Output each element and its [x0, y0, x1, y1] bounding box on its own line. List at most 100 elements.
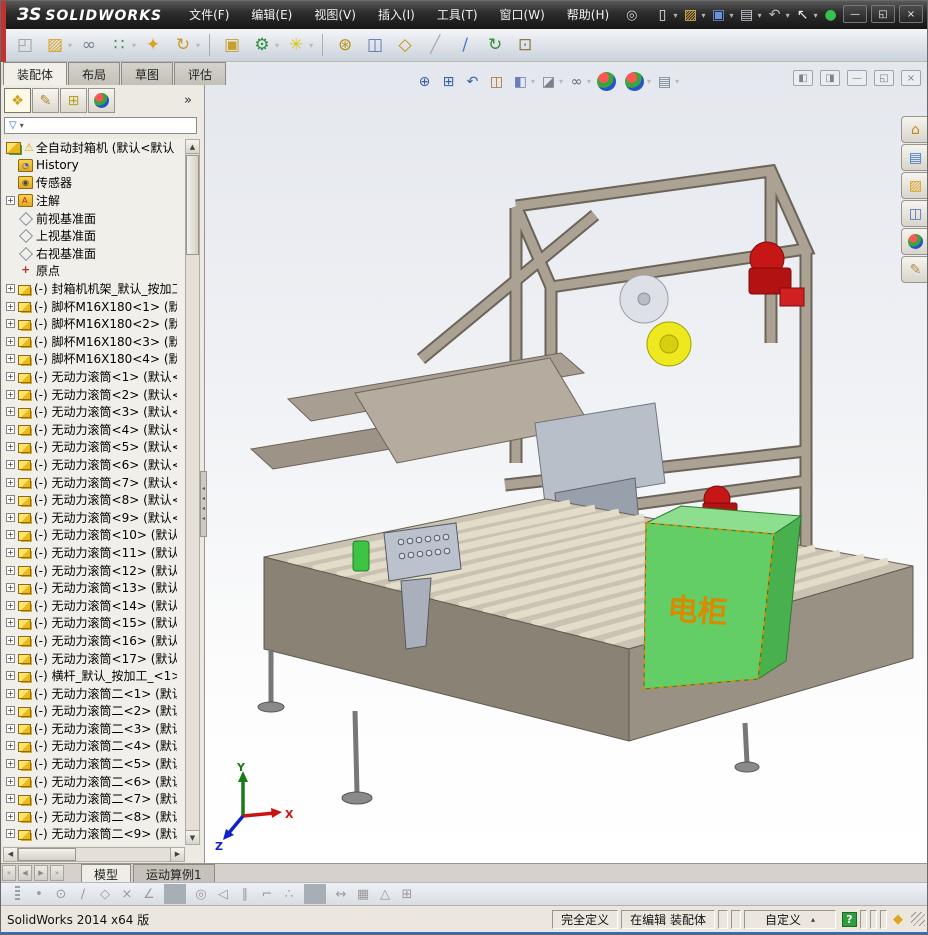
expand-toggle[interactable] — [6, 372, 15, 382]
commandmanager-tab[interactable]: 装配体 — [3, 62, 68, 85]
tree-item[interactable]: (-) 无动力滚筒二<2> (默认 — [3, 702, 185, 720]
view-orientation-button[interactable]: ◧ — [511, 72, 530, 91]
scroll-left-arrow[interactable]: ◀ — [4, 848, 18, 861]
zoom-to-fit-button[interactable]: ⊕ — [415, 72, 434, 91]
hide-show-items-button[interactable]: ∞ — [567, 72, 586, 91]
dropdown-arrow-icon[interactable]: ▾ — [309, 41, 313, 50]
dropdown-arrow-icon[interactable]: ▾ — [702, 11, 706, 20]
doc-minimize-button[interactable]: — — [847, 70, 867, 86]
tree-item[interactable]: (-) 无动力滚筒<12> (默认 — [3, 561, 185, 579]
dropdown-arrow-icon[interactable]: ▾ — [275, 41, 279, 50]
configurationmanager-tab[interactable]: ⊞ — [60, 88, 87, 113]
display-style-button[interactable]: ◪ — [539, 72, 558, 91]
tree-item[interactable]: (-) 无动力滚筒<4> (默认< — [3, 421, 185, 439]
scrollbar-thumb[interactable] — [18, 848, 76, 861]
expand-toggle[interactable] — [6, 741, 15, 751]
dimension-button[interactable]: ↔ — [330, 884, 352, 904]
expand-toggle[interactable] — [6, 794, 15, 804]
expand-toggle[interactable] — [6, 583, 15, 593]
expand-toggle[interactable] — [6, 671, 15, 681]
tree-item[interactable]: (-) 无动力滚筒二<3> (默认 — [3, 720, 185, 738]
tree-item[interactable]: (-) 无动力滚筒<9> (默认< — [3, 508, 185, 526]
expand-toggle[interactable] — [6, 477, 15, 487]
custom-properties-tab[interactable]: ✎ — [901, 256, 927, 283]
expand-toggle[interactable] — [6, 389, 15, 399]
tree-item[interactable]: (-) 无动力滚筒<8> (默认< — [3, 491, 185, 509]
tree-item[interactable]: (-) 无动力滚筒<5> (默认< — [3, 438, 185, 456]
resize-grip[interactable] — [911, 912, 925, 926]
expand-toggle[interactable] — [6, 829, 15, 839]
tree-item[interactable]: (-) 无动力滚筒<13> (默认 — [3, 579, 185, 597]
open-button[interactable]: ▨ — [681, 5, 701, 25]
tree-item[interactable]: (-) 无动力滚筒二<4> (默认 — [3, 737, 185, 755]
tag-icon[interactable]: ◆ — [893, 912, 903, 927]
filter-dropdown-icon[interactable]: ▾ — [20, 121, 24, 130]
tree-item[interactable]: (-) 脚杯M16X180<4> (默认 — [3, 350, 185, 368]
expand-toggle[interactable] — [6, 495, 15, 505]
status-custom-dropdown[interactable]: 自定义 ▴ — [744, 909, 836, 929]
expand-toggle[interactable] — [6, 354, 15, 364]
expand-toggle[interactable] — [6, 336, 15, 346]
expand-toggle[interactable] — [6, 442, 15, 452]
dropdown-arrow-icon[interactable]: ▾ — [531, 77, 535, 86]
menu-item[interactable]: 插入(I) — [367, 1, 426, 29]
expand-toggle[interactable] — [6, 706, 15, 716]
commandmanager-tab[interactable]: 草图 — [121, 62, 174, 85]
mate-button[interactable]: ∞ — [77, 33, 101, 57]
view-settings-button[interactable]: ▤ — [655, 72, 674, 91]
expand-toggle[interactable] — [6, 811, 15, 821]
file-explorer-tab[interactable]: ▨ — [901, 172, 927, 199]
tree-item[interactable]: (-) 无动力滚筒二<9> (默认 — [3, 825, 185, 843]
angle-snap-button[interactable]: △ — [374, 884, 396, 904]
tree-item[interactable]: (-) 无动力滚筒二<7> (默认 — [3, 790, 185, 808]
tree-item[interactable]: (-) 无动力滚筒<17> (默认 — [3, 649, 185, 667]
point-tool-button[interactable]: • — [28, 884, 50, 904]
tree-item[interactable]: (-) 无动力滚筒<1> (默认< — [3, 368, 185, 386]
explode-line-sketch-button[interactable]: ╱ — [423, 33, 447, 57]
print-button[interactable]: ▤ — [737, 5, 757, 25]
zoom-to-area-button[interactable]: ⊞ — [439, 72, 458, 91]
minimize-button[interactable]: — — [843, 5, 867, 23]
move-component-button[interactable]: ↻ — [171, 33, 195, 57]
reference-geometry-button[interactable]: ✳ — [284, 33, 308, 57]
undo-button[interactable]: ↶ — [765, 5, 785, 25]
bill-of-materials-button[interactable]: ◫ — [363, 33, 387, 57]
expand-toggle[interactable] — [6, 459, 15, 469]
save-button[interactable]: ▣ — [709, 5, 729, 25]
previous-view-button[interactable]: ↶ — [463, 72, 482, 91]
propertymanager-tab[interactable]: ✎ — [32, 88, 59, 113]
select-tool-button[interactable]: ↖ — [793, 5, 813, 25]
toolbar-separator[interactable] — [322, 34, 324, 56]
dropdown-arrow-icon[interactable]: ▾ — [674, 11, 678, 20]
tree-item[interactable]: (-) 无动力滚筒二<8> (默认 — [3, 808, 185, 826]
dropdown-arrow-icon[interactable]: ▾ — [647, 77, 651, 86]
tree-root-item[interactable]: ⚠ 全自动封箱机 (默认<默认 — [3, 139, 185, 157]
tab-nav-button[interactable]: « — [2, 865, 16, 881]
apply-scene-button[interactable] — [625, 72, 645, 91]
displaymanager-tab[interactable] — [88, 88, 115, 113]
expand-toggle[interactable] — [6, 547, 15, 557]
doc-restore-button[interactable]: ◱ — [874, 70, 894, 86]
expand-toggle[interactable] — [6, 635, 15, 645]
snap-points-button[interactable]: ∴ — [278, 884, 300, 904]
scroll-up-arrow[interactable]: ▲ — [186, 140, 199, 154]
dropdown-arrow-icon[interactable]: ▾ — [559, 77, 563, 86]
tree-item[interactable]: 上视基准面 — [3, 227, 185, 245]
tree-item[interactable]: A 注解 — [3, 192, 185, 210]
polygon-tool-button[interactable]: ◇ — [94, 884, 116, 904]
edit-appearance-button[interactable] — [597, 72, 617, 91]
pin-menu-icon[interactable]: ◎ — [626, 8, 637, 23]
expand-toggle[interactable] — [6, 301, 15, 311]
restore-button[interactable]: ◱ — [871, 5, 895, 23]
new-motion-study-button[interactable]: ⊛ — [333, 33, 357, 57]
tab-nav-button[interactable]: » — [50, 865, 64, 881]
instant3d-button[interactable]: ∕ — [453, 33, 477, 57]
open-insert-component-button[interactable]: ▨ — [43, 33, 67, 57]
expand-toggle[interactable] — [6, 618, 15, 628]
tree-item[interactable]: (-) 无动力滚筒二<5> (默认 — [3, 755, 185, 773]
update-components-button[interactable]: ↻ — [483, 33, 507, 57]
linear-component-pattern-button[interactable]: ∷ — [107, 33, 131, 57]
tree-vertical-scrollbar[interactable]: ▲ ▼ — [185, 139, 200, 845]
expand-toggle[interactable] — [6, 565, 15, 575]
menu-item[interactable]: 窗口(W) — [489, 1, 556, 29]
